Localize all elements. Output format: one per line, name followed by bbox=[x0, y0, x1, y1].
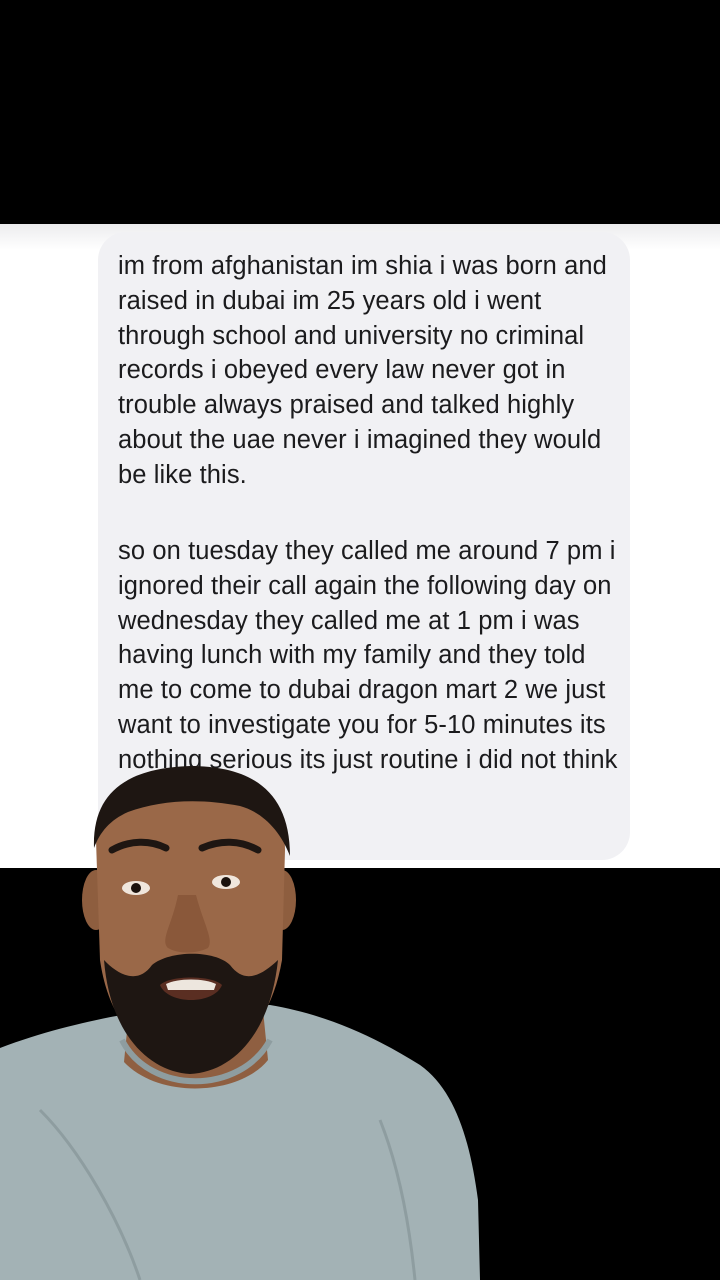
message-bubble: im from afghanistan im shia i was born a… bbox=[98, 232, 630, 860]
message-screenshot: im from afghanistan im shia i was born a… bbox=[0, 224, 720, 868]
video-frame: im from afghanistan im shia i was born a… bbox=[0, 0, 720, 1280]
message-paragraph-2: so on tuesday they called me around 7 pm… bbox=[118, 537, 618, 809]
top-letterbox bbox=[0, 0, 720, 224]
bottom-letterbox bbox=[0, 868, 720, 1280]
message-paragraph-1: im from afghanistan im shia i was born a… bbox=[118, 252, 607, 489]
